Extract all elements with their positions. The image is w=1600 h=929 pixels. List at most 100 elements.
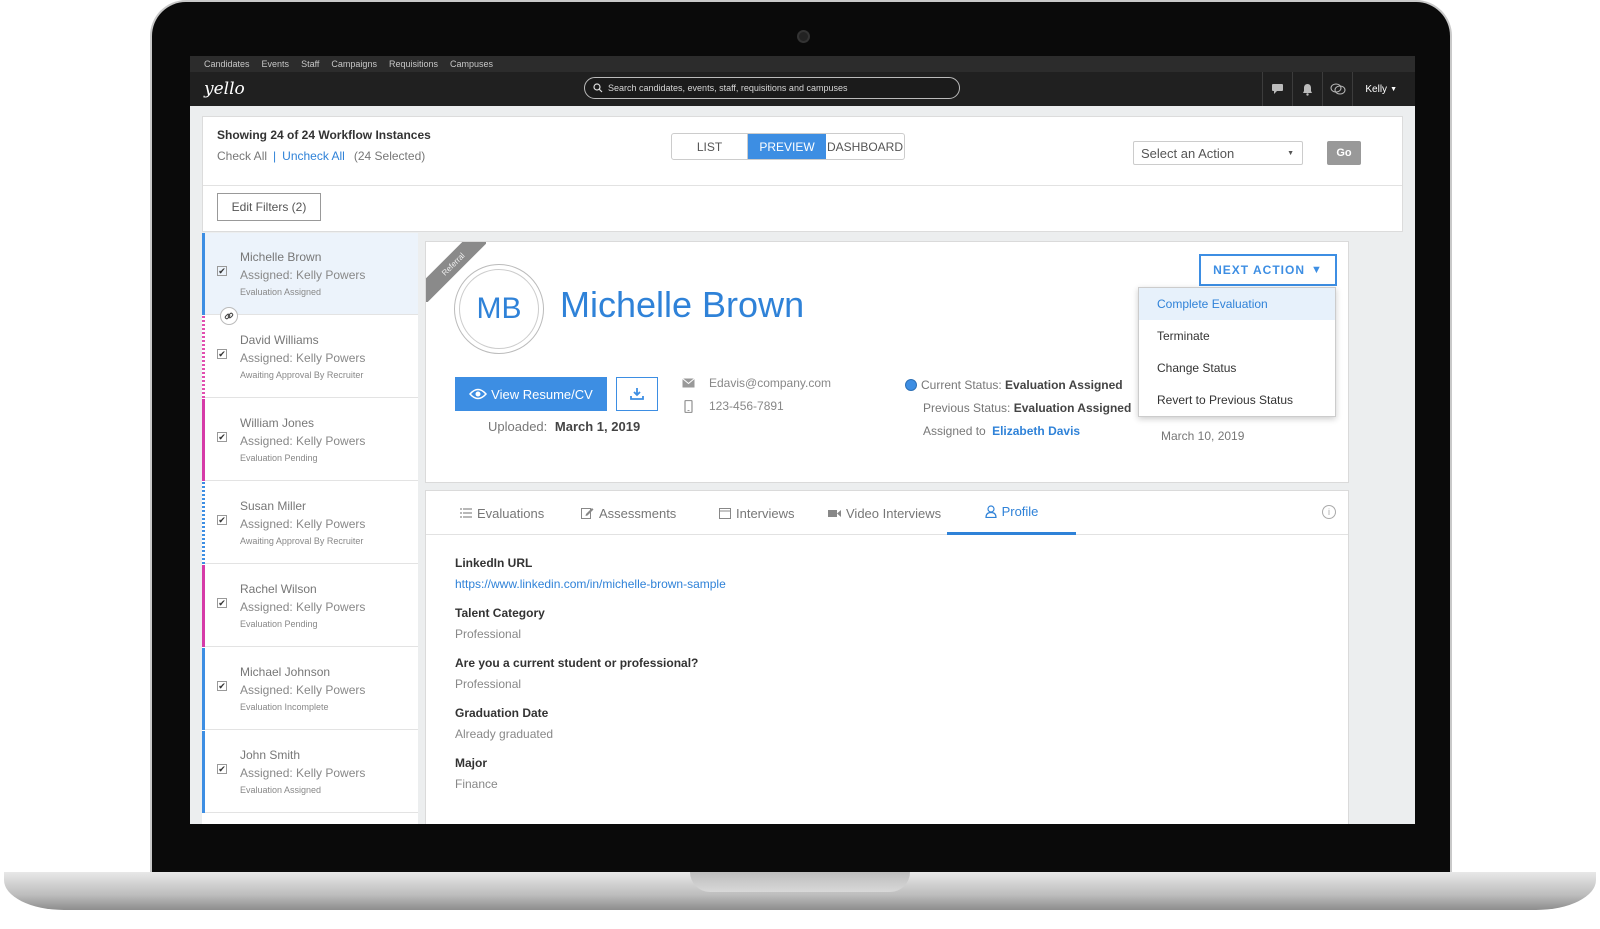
next-action-label: NEXT ACTION: [1213, 263, 1305, 277]
logo[interactable]: yello: [204, 79, 245, 99]
edit-filters-button[interactable]: Edit Filters (2): [217, 193, 321, 221]
chat-icon[interactable]: [1262, 72, 1292, 106]
tab-assessments[interactable]: Assessments: [581, 491, 676, 535]
list-item[interactable]: ✔ Rachel Wilson Assigned: Kelly Powers E…: [202, 565, 418, 647]
assigned-to-link[interactable]: Elizabeth Davis: [992, 424, 1080, 438]
tab-label: Assessments: [599, 505, 677, 521]
assigned-to-label: Assigned to: [923, 424, 986, 438]
help-chat-icon[interactable]: [1322, 72, 1352, 106]
list-item[interactable]: ✔ Michelle Brown Assigned: Kelly Powers …: [202, 233, 418, 315]
row-checkbox[interactable]: ✔: [217, 681, 227, 691]
field-major: Major Finance: [455, 756, 498, 791]
candidate-assigned: Assigned: Kelly Powers: [240, 766, 366, 780]
previous-status-value: Evaluation Assigned: [1013, 401, 1132, 415]
view-dashboard-button[interactable]: DASHBOARD: [826, 134, 904, 159]
search-input[interactable]: [608, 83, 938, 93]
tab-evaluations[interactable]: Evaluations: [460, 491, 544, 535]
row-checkbox[interactable]: ✔: [217, 266, 227, 276]
status-dot-icon: [905, 379, 917, 391]
eye-icon: [469, 388, 488, 400]
candidate-status: Evaluation Assigned: [240, 287, 322, 297]
view-preview-button[interactable]: PREVIEW: [748, 134, 826, 159]
separator: |: [273, 149, 277, 163]
menu-item-revert-status[interactable]: Revert to Previous Status: [1139, 384, 1335, 416]
row-checkbox[interactable]: ✔: [217, 349, 227, 359]
envelope-icon: [682, 378, 695, 388]
uncheck-all-link[interactable]: Uncheck All: [282, 149, 345, 163]
field-value: Already graduated: [455, 727, 554, 741]
candidate-status: Evaluation Pending: [240, 453, 318, 463]
action-select-value: Select an Action: [1141, 145, 1235, 161]
row-checkbox[interactable]: ✔: [217, 432, 227, 442]
menu-item-change-status[interactable]: Change Status: [1139, 352, 1335, 384]
list-item[interactable]: ✔ William Jones Assigned: Kelly Powers E…: [202, 399, 418, 481]
results-count: Showing 24 of 24 Workflow Instances: [217, 128, 431, 142]
upload-info: Uploaded: March 1, 2019: [488, 419, 640, 434]
candidate-status: Evaluation Assigned: [240, 785, 322, 795]
assigned-to: Assigned to Elizabeth Davis: [923, 424, 1080, 438]
tab-profile[interactable]: Profile: [947, 491, 1076, 535]
nav-campuses[interactable]: Campuses: [450, 59, 493, 69]
row-checkbox[interactable]: ✔: [217, 764, 227, 774]
search-icon: [593, 83, 603, 93]
nav-requisitions[interactable]: Requisitions: [389, 59, 438, 69]
list-item[interactable]: ✔ Michael Johnson Assigned: Kelly Powers…: [202, 648, 418, 730]
nav-campaigns[interactable]: Campaigns: [331, 59, 377, 69]
nav-candidates[interactable]: Candidates: [204, 59, 250, 69]
link-icon[interactable]: [220, 307, 238, 325]
row-checkbox[interactable]: ✔: [217, 598, 227, 608]
download-button[interactable]: [616, 377, 658, 411]
candidate-phone: 123-456-7891: [709, 399, 784, 413]
check-all-link[interactable]: Check All: [217, 149, 267, 163]
list-item[interactable]: ✔ John Smith Assigned: Kelly Powers Eval…: [202, 731, 418, 813]
detail-tabs: Evaluations Assessments Interviews Video…: [426, 491, 1348, 535]
bell-icon[interactable]: [1292, 72, 1322, 106]
field-value: Finance: [455, 777, 498, 791]
list-item[interactable]: ✔ David Williams Assigned: Kelly Powers …: [202, 316, 418, 398]
candidate-assigned: Assigned: Kelly Powers: [240, 683, 366, 697]
menu-item-terminate[interactable]: Terminate: [1139, 320, 1335, 352]
field-linkedin: LinkedIn URL https://www.linkedin.com/in…: [455, 556, 726, 591]
candidate-assigned: Assigned: Kelly Powers: [240, 517, 366, 531]
view-resume-button[interactable]: View Resume/CV: [455, 377, 607, 411]
status-color-bar: [202, 399, 205, 481]
tab-video-interviews[interactable]: Video Interviews: [828, 491, 941, 535]
caret-down-icon: ▼: [1287, 149, 1294, 157]
candidate-name: Michelle Brown: [240, 250, 322, 264]
candidate-name: William Jones: [240, 416, 315, 430]
candidate-name: John Smith: [240, 748, 301, 762]
current-status-value: Evaluation Assigned: [1005, 378, 1123, 392]
candidate-assigned: Assigned: Kelly Powers: [240, 268, 366, 282]
info-icon[interactable]: i: [1322, 505, 1336, 519]
nav-events[interactable]: Events: [262, 59, 290, 69]
previous-status-label: Previous Status:: [923, 401, 1011, 415]
laptop-notch: [690, 872, 910, 892]
list-item[interactable]: ✔ Susan Miller Assigned: Kelly Powers Aw…: [202, 482, 418, 564]
menu-item-complete-evaluation[interactable]: Complete Evaluation: [1139, 288, 1335, 320]
go-button[interactable]: Go: [1327, 141, 1361, 165]
next-action-button[interactable]: NEXT ACTION ▼: [1199, 254, 1337, 286]
caret-down-icon: ▼: [1390, 85, 1397, 93]
tab-interviews[interactable]: Interviews: [719, 491, 795, 535]
uploaded-label: Uploaded:: [488, 419, 548, 434]
download-icon: [630, 388, 644, 400]
linkedin-link[interactable]: https://www.linkedin.com/in/michelle-bro…: [455, 577, 726, 591]
phone-icon: [684, 399, 693, 413]
header-icons: Kelly ▼: [1262, 72, 1403, 106]
field-label: LinkedIn URL: [455, 556, 533, 570]
field-label: Graduation Date: [455, 706, 549, 720]
action-select[interactable]: Select an Action ▼: [1133, 141, 1303, 165]
candidate-list: ✔ Michelle Brown Assigned: Kelly Powers …: [202, 233, 418, 824]
user-menu[interactable]: Kelly ▼: [1352, 72, 1403, 106]
view-list-button[interactable]: LIST: [672, 134, 748, 159]
top-nav: Candidates Events Staff Campaigns Requis…: [190, 56, 1415, 72]
candidate-email[interactable]: Edavis@company.com: [709, 376, 831, 390]
row-checkbox[interactable]: ✔: [217, 515, 227, 525]
tab-label: Video Interviews: [846, 505, 942, 521]
nav-staff[interactable]: Staff: [301, 59, 319, 69]
current-status-label: Current Status:: [921, 378, 1002, 392]
candidate-name: David Williams: [240, 333, 319, 347]
tab-label: Interviews: [736, 505, 795, 521]
candidate-assigned: Assigned: Kelly Powers: [240, 351, 366, 365]
results-toolbar: Showing 24 of 24 Workflow Instances Chec…: [202, 116, 1403, 232]
